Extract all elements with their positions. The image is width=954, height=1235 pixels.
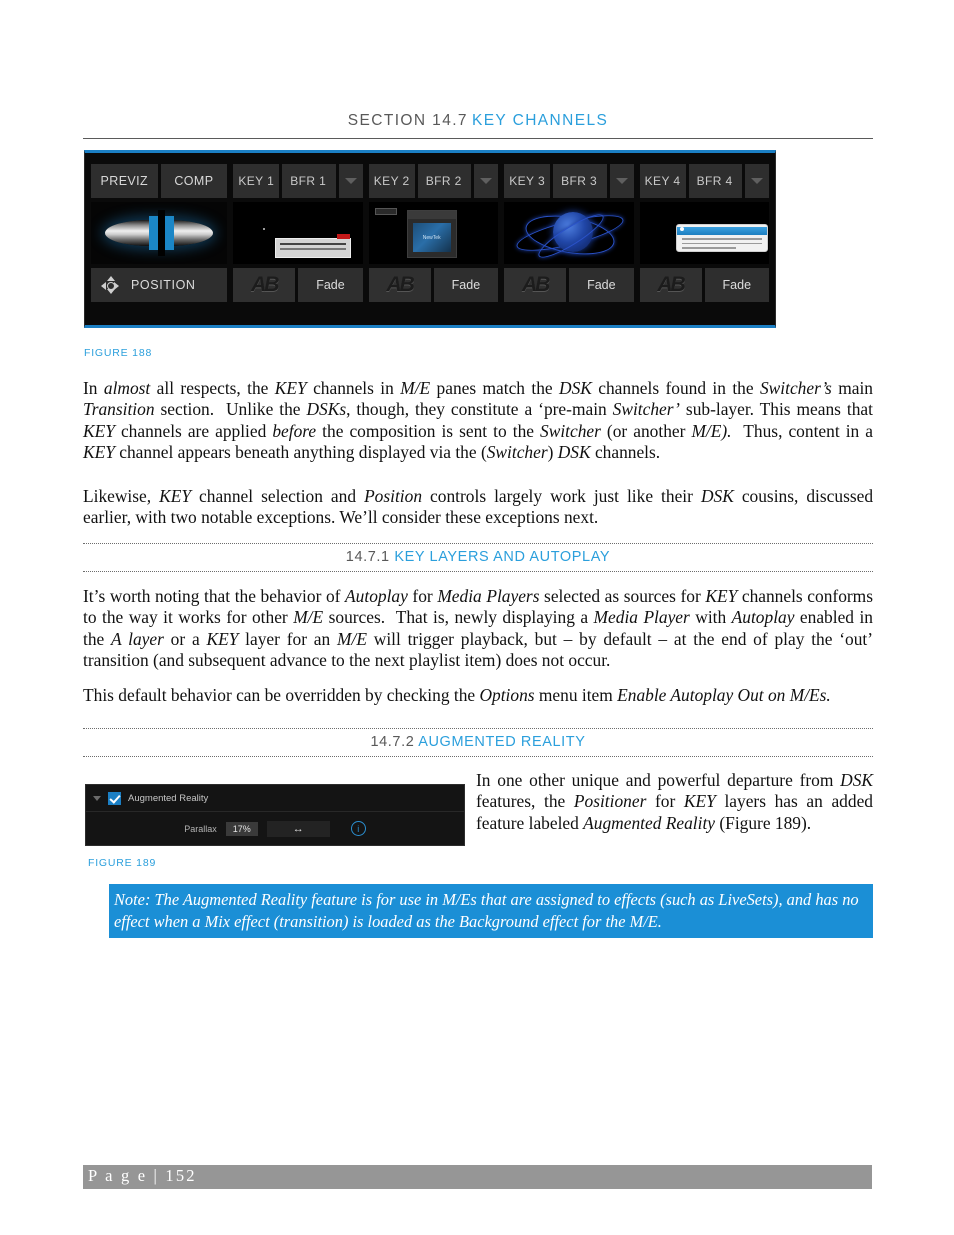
note-callout: Note: The Augmented Reality feature is f… — [109, 884, 873, 938]
ab-transition-icon[interactable]: AB — [504, 268, 567, 302]
subsection-heading-14-7-1: 14.7.1 KEY LAYERS AND AUTOPLAY — [83, 543, 873, 572]
chevron-down-icon[interactable] — [93, 795, 101, 801]
subsection-title: KEY LAYERS AND AUTOPLAY — [394, 549, 611, 565]
key-2-dropdown-button[interactable] — [474, 164, 499, 198]
parallax-value[interactable]: 17% — [225, 821, 258, 836]
key-4-pane: KEY 4 BFR 4 AB Fade — [639, 164, 769, 314]
chevron-down-icon — [615, 178, 628, 184]
key-1-transition-button[interactable]: Fade — [298, 268, 363, 302]
key-2-preview[interactable]: NewTek — [368, 202, 499, 264]
key-3-pane: KEY 3 BFR 3 AB Fade — [504, 164, 634, 314]
paragraph-2: Likewise, KEY channel selection and Posi… — [83, 486, 874, 528]
footer-bar — [83, 1165, 872, 1189]
key-1-pane: KEY 1 BFR 1 AB Fade — [233, 164, 363, 314]
bfr-4-button[interactable]: BFR 4 — [688, 164, 742, 198]
parallax-label: Parallax — [184, 823, 217, 834]
page-header: SECTION 14.7 KEY CHANNELS — [83, 112, 873, 130]
subsection-heading-14-7-2: 14.7.2 AUGMENTED REALITY — [83, 728, 873, 757]
paragraph-augmented-reality-intro: In one other unique and powerful departu… — [476, 770, 873, 833]
ab-transition-icon[interactable]: AB — [639, 268, 702, 302]
chevron-down-icon — [751, 178, 763, 184]
key-4-dropdown-button[interactable] — [745, 164, 769, 198]
key-4-preview[interactable] — [639, 202, 769, 264]
subsection-number: 14.7.1 — [345, 549, 390, 565]
bfr-2-button[interactable]: BFR 2 — [417, 164, 472, 198]
bfr-3-button[interactable]: BFR 3 — [553, 164, 607, 198]
bfr-1-button[interactable]: BFR 1 — [282, 164, 336, 198]
augmented-reality-label: Augmented Reality — [128, 792, 209, 804]
chevron-down-icon — [480, 178, 493, 184]
key-2-button[interactable]: KEY 2 — [368, 164, 415, 198]
key-4-button[interactable]: KEY 4 — [639, 164, 686, 198]
augmented-reality-checkbox[interactable] — [108, 791, 121, 805]
key-3-preview[interactable] — [504, 202, 634, 264]
comp-button[interactable]: COMP — [160, 164, 228, 198]
key-1-button[interactable]: KEY 1 — [233, 164, 280, 198]
key-4-transition-button[interactable]: Fade — [704, 268, 769, 302]
figure-189-augmented-reality-panel: Augmented Reality Parallax 17% ↔ i — [85, 784, 465, 846]
key-3-thumbnail-graphic — [513, 205, 627, 264]
figure-188-switcher-panel: PREVIZ COMP POSITION KEY 1 BFR 1 AB Fade… — [84, 150, 776, 328]
paragraph-4: This default behavior can be overridden … — [83, 685, 831, 705]
header-divider — [83, 138, 873, 139]
previz-preview[interactable] — [91, 202, 228, 264]
move-crosshair-icon — [101, 276, 119, 294]
key-3-button[interactable]: KEY 3 — [504, 164, 551, 198]
paragraph-1: In almost all respects, the KEY channels… — [83, 378, 873, 462]
key-2-transition-button[interactable]: Fade — [433, 268, 499, 302]
position-button-label: POSITION — [131, 278, 196, 292]
ab-transition-icon[interactable]: AB — [368, 268, 431, 302]
page-title: KEY CHANNELS — [471, 112, 609, 129]
key-1-thumbnail-graphic — [275, 234, 352, 258]
previz-lens-graphic — [105, 210, 214, 256]
info-circle-icon[interactable]: i — [350, 821, 366, 836]
subsection-number: 14.7.2 — [370, 734, 415, 750]
left-right-arrow-icon[interactable]: ↔ — [266, 820, 330, 837]
key-1-preview[interactable] — [233, 202, 363, 264]
key-4-thumbnail-graphic — [675, 224, 768, 252]
ab-transition-icon[interactable]: AB — [233, 268, 296, 302]
key-3-dropdown-button[interactable] — [609, 164, 634, 198]
key-1-dropdown-button[interactable] — [338, 164, 363, 198]
key-2-pane: KEY 2 BFR 2 NewTek AB Fade — [368, 164, 499, 314]
position-button[interactable]: POSITION — [91, 268, 228, 302]
previz-button[interactable]: PREVIZ — [91, 164, 158, 198]
key-2-thumbnail-graphic: NewTek — [406, 210, 457, 258]
previz-pane: PREVIZ COMP POSITION — [91, 164, 228, 314]
chevron-down-icon — [344, 178, 357, 184]
page-number: P a g e | 152 — [88, 1166, 197, 1185]
subsection-title: AUGMENTED REALITY — [418, 734, 586, 750]
paragraph-3: It’s worth noting that the behavior of A… — [83, 586, 874, 670]
figure-189-caption: FIGURE 189 — [88, 857, 157, 869]
key-3-transition-button[interactable]: Fade — [569, 268, 634, 302]
section-number: SECTION 14.7 — [347, 112, 468, 129]
figure-188-caption: FIGURE 188 — [84, 347, 153, 359]
